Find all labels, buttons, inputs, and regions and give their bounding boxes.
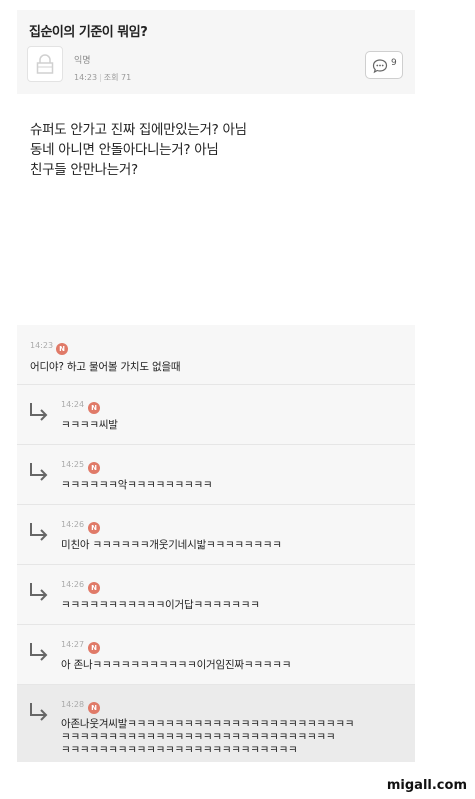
comment-text: 아 존나ㅋㅋㅋㅋㅋㅋㅋㅋㅋㅋㅋ이거임진짜ㅋㅋㅋㅋㅋ [61, 659, 292, 671]
new-badge: N [88, 522, 100, 534]
reply-item: 14:27 N 아 존나ㅋㅋㅋㅋㅋㅋㅋㅋㅋㅋㅋ이거임진짜ㅋㅋㅋㅋㅋ [17, 625, 415, 685]
post-views: 조회 71 [103, 73, 132, 82]
comment-item: 14:23 N 어디야? 하고 물어볼 가치도 없을때 [17, 325, 415, 385]
comment-text: ㅋㅋㅋㅋㅋㅋ악ㅋㅋㅋㅋㅋㅋㅋㅋㅋ [61, 479, 213, 491]
avatar[interactable] [27, 46, 63, 82]
reply-item: 14:28 N 아존나웃겨씨발ㅋㅋㅋㅋㅋㅋㅋㅋㅋㅋㅋㅋㅋㅋㅋㅋㅋㅋㅋㅋㅋㅋㅋㅋ … [17, 685, 415, 762]
comment-time: 14:23 [30, 341, 54, 350]
post-body-line: 슈퍼도 안가고 진짜 집에만있는거? 아님 [30, 122, 247, 138]
comment-text: ㅋㅋㅋㅋㅋㅋㅋㅋㅋㅋㅋㅋㅋㅋㅋㅋㅋㅋㅋㅋㅋㅋㅋㅋㅋㅋㅋㅋㅋ [61, 731, 336, 743]
new-badge: N [56, 343, 68, 355]
comment-button[interactable]: 9 [365, 51, 403, 79]
reply-arrow-icon [30, 703, 48, 721]
reply-arrow-icon [30, 643, 48, 661]
post-meta: 14:23 | 조회 71 [74, 73, 132, 82]
comment-text: 어디야? 하고 물어볼 가치도 없을때 [30, 361, 181, 373]
post-body-line: 친구들 안만나는거? [30, 162, 138, 178]
new-badge: N [88, 402, 100, 414]
post-header: 집순이의 기준이 뭐임? 익명 14:23 | 조회 71 9 [17, 10, 415, 94]
reply-item: 14:25 N ㅋㅋㅋㅋㅋㅋ악ㅋㅋㅋㅋㅋㅋㅋㅋㅋ [17, 445, 415, 505]
reply-arrow-icon [30, 463, 48, 481]
new-badge: N [88, 642, 100, 654]
watermark: migall.com [386, 778, 467, 793]
lock-icon [36, 54, 54, 74]
comment-text: ㅋㅋㅋㅋ씨발 [61, 419, 118, 431]
reply-arrow-icon [30, 523, 48, 541]
reply-item: 14:26 N 미친아 ㅋㅋㅋㅋㅋㅋ개웃기네시밟ㅋㅋㅋㅋㅋㅋㅋㅋ [17, 505, 415, 565]
comment-time: 14:26 [61, 520, 85, 529]
comment-text: 미친아 ㅋㅋㅋㅋㅋㅋ개웃기네시밟ㅋㅋㅋㅋㅋㅋㅋㅋ [61, 539, 282, 551]
post-title: 집순이의 기준이 뭐임? [29, 25, 148, 40]
comment-list: 14:23 N 어디야? 하고 물어볼 가치도 없을때 14:24 N ㅋㅋㅋㅋ… [17, 325, 415, 762]
comment-time: 14:27 [61, 640, 85, 649]
reply-arrow-icon [30, 583, 48, 601]
comment-count: 9 [391, 58, 397, 68]
new-badge: N [88, 702, 100, 714]
comment-text: ㅋㅋㅋㅋㅋㅋㅋㅋㅋㅋㅋㅋㅋㅋㅋㅋㅋㅋㅋㅋㅋㅋㅋㅋㅋ [61, 744, 298, 756]
comment-text: ㅋㅋㅋㅋㅋㅋㅋㅋㅋㅋㅋ이거답ㅋㅋㅋㅋㅋㅋㅋ [61, 599, 260, 611]
author-name: 익명 [74, 56, 91, 66]
comment-time: 14:25 [61, 460, 85, 469]
post-body-line: 동네 아니면 안돌아다니는거? 아님 [30, 142, 219, 158]
reply-arrow-icon [30, 403, 48, 421]
comment-time: 14:28 [61, 700, 85, 709]
reply-item: 14:24 N ㅋㅋㅋㅋ씨발 [17, 385, 415, 445]
post-time: 14:23 [74, 73, 98, 82]
new-badge: N [88, 582, 100, 594]
comment-text: 아존나웃겨씨발ㅋㅋㅋㅋㅋㅋㅋㅋㅋㅋㅋㅋㅋㅋㅋㅋㅋㅋㅋㅋㅋㅋㅋㅋ [61, 718, 355, 730]
speech-bubble-icon [372, 59, 388, 74]
comment-time: 14:24 [61, 400, 85, 409]
post-body: 슈퍼도 안가고 진짜 집에만있는거? 아님 동네 아니면 안돌아다니는거? 아님… [30, 120, 247, 180]
new-badge: N [88, 462, 100, 474]
comment-time: 14:26 [61, 580, 85, 589]
reply-item: 14:26 N ㅋㅋㅋㅋㅋㅋㅋㅋㅋㅋㅋ이거답ㅋㅋㅋㅋㅋㅋㅋ [17, 565, 415, 625]
